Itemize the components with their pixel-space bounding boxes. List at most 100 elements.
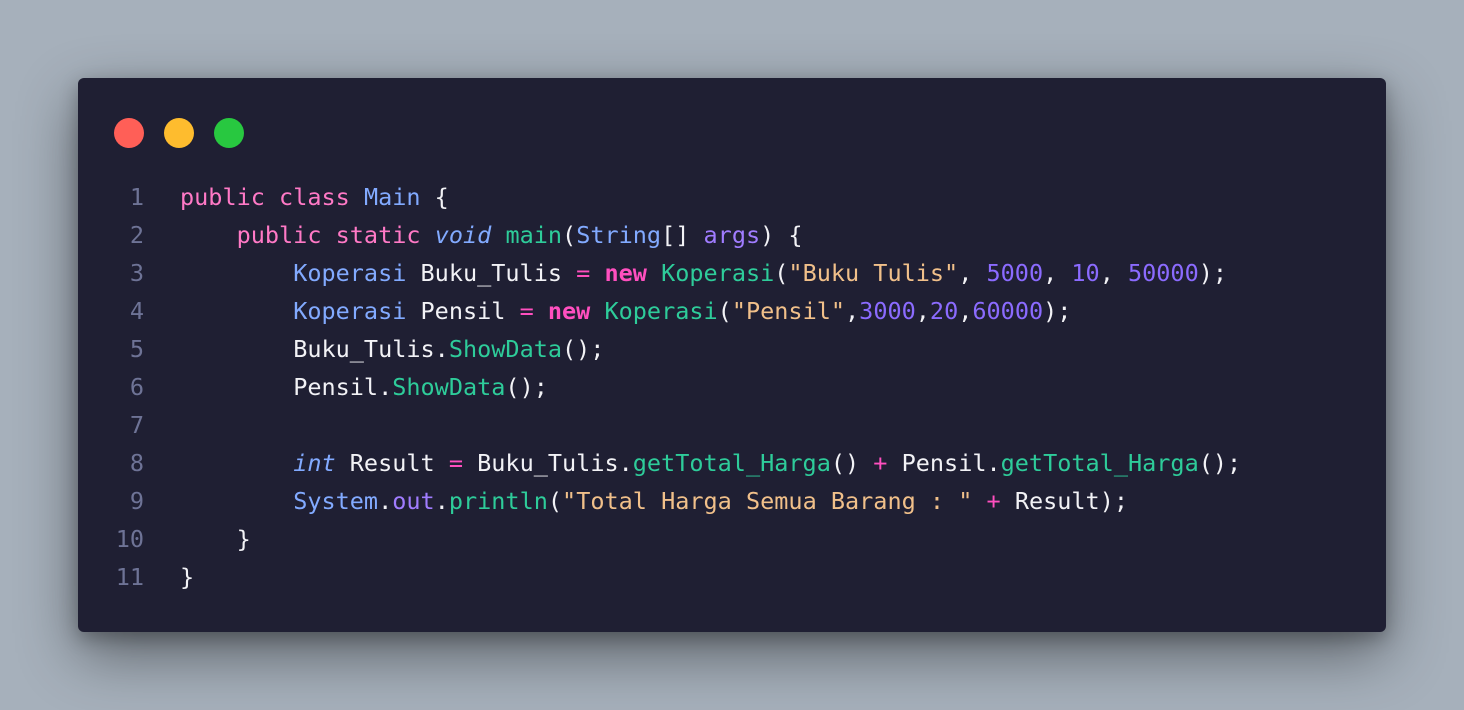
code-text[interactable]: Pensil.ShowData(); bbox=[180, 368, 548, 406]
minimize-window-dot-icon[interactable] bbox=[164, 118, 194, 148]
code-token: ShowData bbox=[392, 373, 506, 401]
code-token: Koperasi bbox=[293, 259, 407, 287]
code-token: int bbox=[293, 449, 336, 477]
code-text[interactable]: } bbox=[180, 520, 251, 558]
code-token: , bbox=[845, 297, 860, 325]
code-token: println bbox=[448, 487, 548, 515]
close-window-dot-icon[interactable] bbox=[114, 118, 144, 148]
code-token: Koperasi bbox=[661, 259, 775, 287]
code-text[interactable]: public static void main(String[] args) { bbox=[180, 216, 803, 254]
code-token: (); bbox=[562, 335, 605, 363]
code-token: void bbox=[434, 221, 492, 249]
code-line: 10 } bbox=[78, 520, 1386, 558]
code-token: ); bbox=[1198, 259, 1228, 287]
code-token: 60000 bbox=[972, 297, 1044, 325]
code-line: 8 int Result = Buku_Tulis.getTotal_Harga… bbox=[78, 444, 1386, 482]
code-line: 7 bbox=[78, 406, 1386, 444]
code-line: 1 public class Main { bbox=[78, 178, 1386, 216]
code-token: Pensil bbox=[406, 297, 520, 325]
code-text[interactable]: Koperasi Pensil = new Koperasi("Pensil",… bbox=[180, 292, 1071, 330]
code-token: ) { bbox=[760, 221, 803, 249]
code-token: Pensil. bbox=[887, 449, 1001, 477]
code-token: = bbox=[576, 259, 591, 287]
line-number: 6 bbox=[129, 373, 144, 401]
code-token: new bbox=[604, 259, 647, 287]
code-token: args bbox=[703, 221, 761, 249]
line-number: 1 bbox=[129, 183, 144, 211]
code-token: getTotal_Harga bbox=[1000, 449, 1199, 477]
code-editor: 1 public class Main {2 public static void… bbox=[78, 178, 1386, 596]
line-number: 3 bbox=[129, 259, 144, 287]
code-token: + bbox=[986, 487, 1001, 515]
code-token: static bbox=[335, 221, 435, 249]
line-number: 2 bbox=[129, 221, 144, 249]
line-number: 10 bbox=[115, 525, 144, 553]
code-token: , bbox=[958, 297, 973, 325]
line-number: 8 bbox=[129, 449, 144, 477]
code-text[interactable]: Koperasi Buku_Tulis = new Koperasi("Buku… bbox=[180, 254, 1227, 292]
code-token: Buku_Tulis. bbox=[462, 449, 633, 477]
line-number: 7 bbox=[129, 411, 144, 439]
code-token: Result); bbox=[1000, 487, 1129, 515]
code-line: 3 Koperasi Buku_Tulis = new Koperasi("Bu… bbox=[78, 254, 1386, 292]
code-text[interactable]: public class Main { bbox=[180, 178, 449, 216]
code-token: Pensil. bbox=[293, 373, 393, 401]
code-token: ( bbox=[547, 487, 563, 515]
code-token: ( bbox=[774, 259, 789, 287]
code-token: Main bbox=[363, 183, 421, 211]
code-token: 5000 bbox=[986, 259, 1044, 287]
code-token: () bbox=[830, 449, 874, 477]
code-token: { bbox=[420, 183, 449, 211]
code-token: "Buku Tulis" bbox=[788, 259, 959, 287]
code-token: . bbox=[434, 487, 449, 515]
code-token: [] bbox=[661, 221, 704, 249]
code-text[interactable]: Buku_Tulis.ShowData(); bbox=[180, 330, 604, 368]
code-token: 20 bbox=[929, 297, 959, 325]
code-token: getTotal_Harga bbox=[632, 449, 831, 477]
code-line: 6 Pensil.ShowData(); bbox=[78, 368, 1386, 406]
code-token: , bbox=[1043, 259, 1072, 287]
line-number: 9 bbox=[129, 487, 144, 515]
code-window: 1 public class Main {2 public static void… bbox=[78, 78, 1386, 632]
code-token: out bbox=[392, 487, 435, 515]
code-token: class bbox=[279, 183, 364, 211]
code-token: 3000 bbox=[859, 297, 916, 325]
line-number: 5 bbox=[129, 335, 144, 363]
code-text[interactable]: } bbox=[180, 558, 194, 596]
code-token: public bbox=[180, 183, 280, 211]
code-token: = bbox=[448, 449, 463, 477]
code-token: + bbox=[873, 449, 888, 477]
code-token: . bbox=[378, 487, 393, 515]
code-token: } bbox=[180, 525, 251, 553]
code-token: ); bbox=[1043, 297, 1072, 325]
code-token: public bbox=[236, 221, 336, 249]
code-token: Koperasi bbox=[604, 297, 718, 325]
code-line: 9 System.out.println("Total Harga Semua … bbox=[78, 482, 1386, 520]
code-token: = bbox=[519, 297, 534, 325]
code-token: } bbox=[180, 563, 195, 591]
code-token: "Pensil" bbox=[731, 297, 846, 325]
code-token: (); bbox=[505, 373, 548, 401]
code-token: 50000 bbox=[1127, 259, 1199, 287]
maximize-window-dot-icon[interactable] bbox=[214, 118, 244, 148]
code-text[interactable]: System.out.println("Total Harga Semua Ba… bbox=[180, 482, 1128, 520]
code-token: ( bbox=[562, 221, 577, 249]
code-token: Buku_Tulis. bbox=[293, 335, 449, 363]
code-token: Result bbox=[335, 449, 449, 477]
code-text[interactable]: int Result = Buku_Tulis.getTotal_Harga()… bbox=[180, 444, 1241, 482]
code-line: 11} bbox=[78, 558, 1386, 596]
code-token: ( bbox=[717, 297, 732, 325]
code-token: , bbox=[915, 297, 930, 325]
